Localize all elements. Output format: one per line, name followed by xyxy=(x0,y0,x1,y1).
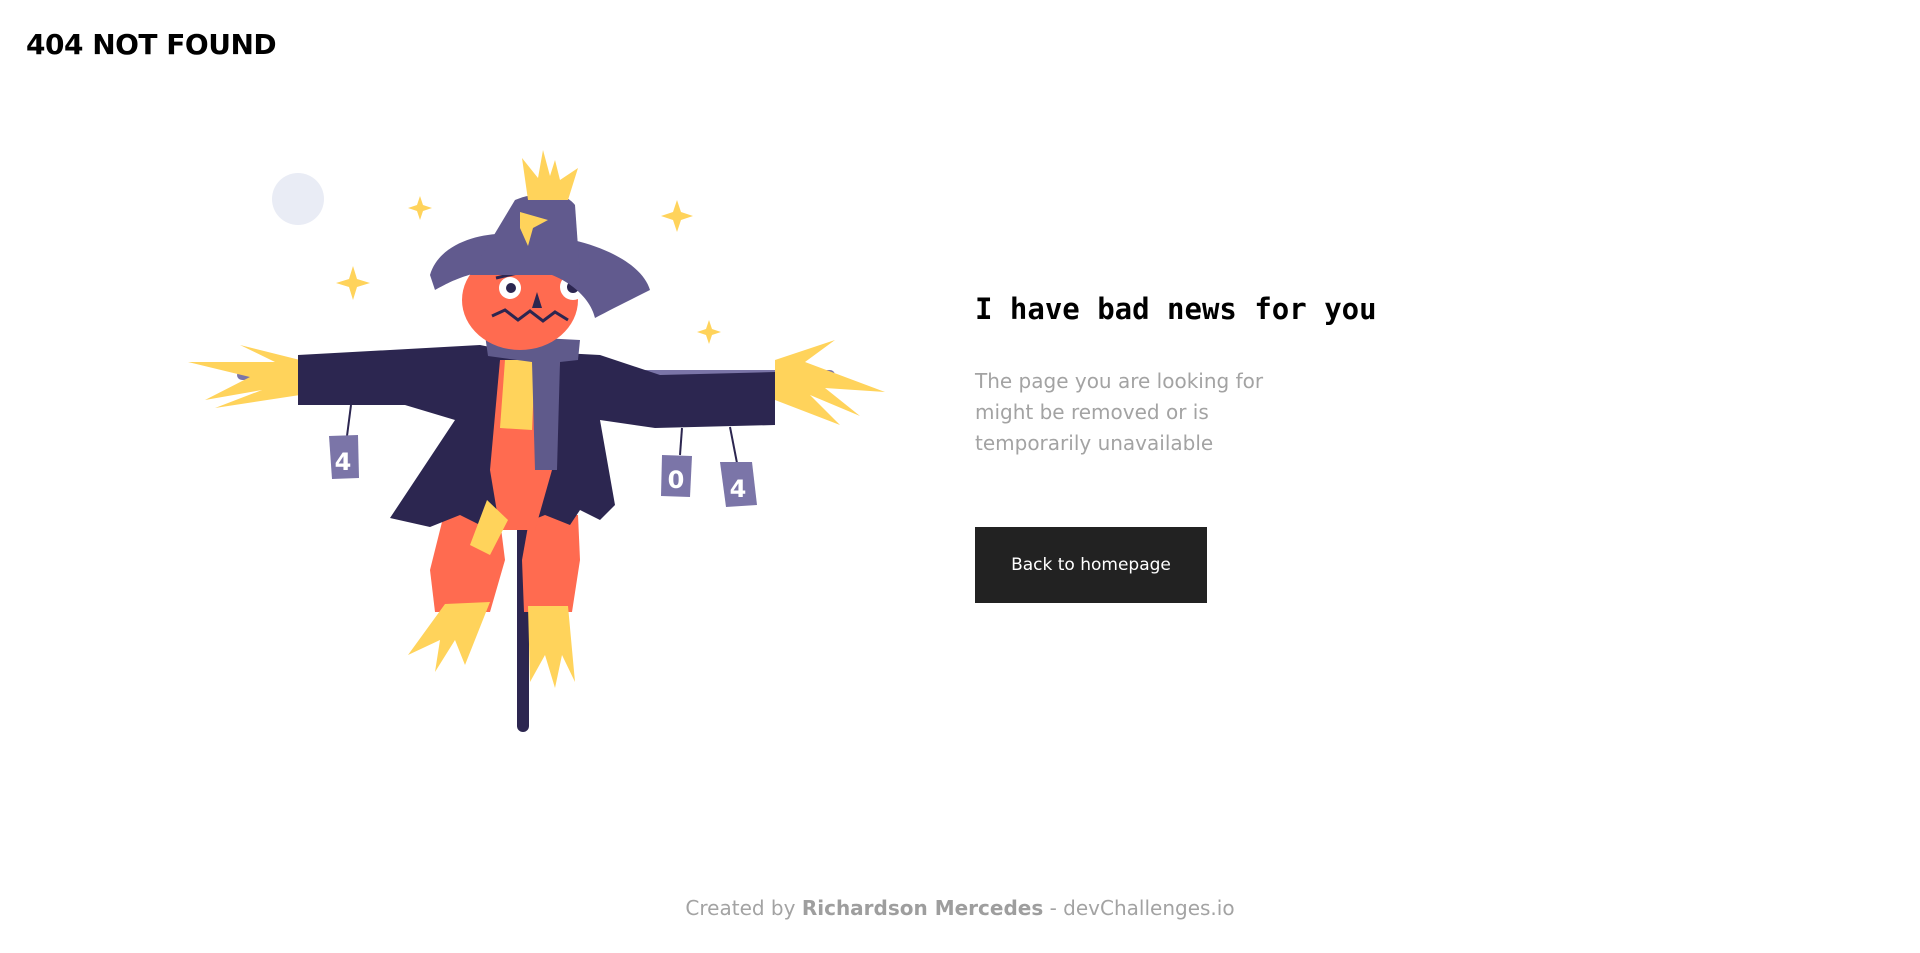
scarecrow-illustration: 4 0 4 xyxy=(188,150,885,732)
page: 404 NOT FOUND 4 0 4 I have bad news for … xyxy=(0,0,1920,953)
body-yellow-patch xyxy=(500,360,535,430)
moon-icon xyxy=(272,173,324,225)
footer-author-link[interactable]: Richardson Mercedes xyxy=(802,896,1043,920)
hat-straw xyxy=(522,150,578,200)
can-label-0: 0 xyxy=(668,466,685,494)
footer-prefix: Created by xyxy=(685,896,796,920)
back-to-homepage-button[interactable]: Back to homepage xyxy=(975,527,1207,603)
right-hand-straw xyxy=(775,340,885,425)
left-foot-straw xyxy=(408,602,490,672)
error-headline: I have bad news for you xyxy=(975,292,1377,326)
footer-separator: - xyxy=(1049,896,1057,920)
footer: Created by Richardson Mercedes - devChal… xyxy=(0,896,1920,920)
can-label-4-left: 4 xyxy=(335,448,352,476)
can-label-4-right: 4 xyxy=(730,475,747,503)
error-content: I have bad news for you The page you are… xyxy=(975,290,1475,603)
footer-site-link[interactable]: devChallenges.io xyxy=(1063,896,1234,920)
error-message: The page you are looking for might be re… xyxy=(975,369,1264,455)
page-title: 404 NOT FOUND xyxy=(26,28,277,61)
right-foot-straw xyxy=(528,606,575,688)
